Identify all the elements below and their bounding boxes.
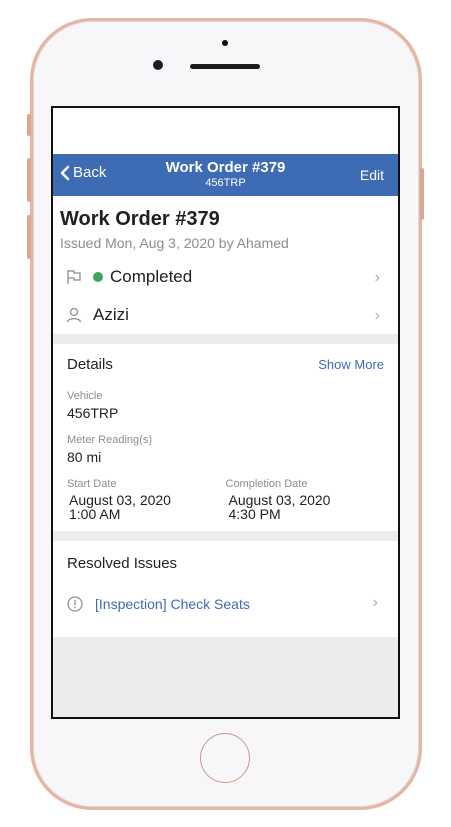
start-time-value: 1:00 AM xyxy=(69,506,121,522)
section-divider xyxy=(53,531,398,541)
mute-switch xyxy=(27,114,31,136)
completion-time-value: 4:30 PM xyxy=(228,506,281,522)
assignee-name: Azizi xyxy=(93,305,129,324)
chevron-right-icon: › xyxy=(374,269,380,286)
flag-icon xyxy=(65,268,83,286)
details-title: Details xyxy=(67,356,113,373)
issue-row[interactable]: [Inspection] Check Seats › xyxy=(67,594,384,612)
proximity-sensor xyxy=(222,40,228,46)
home-button[interactable] xyxy=(200,733,250,783)
app-screen: Back Work Order #379 456TRP Edit Work Or… xyxy=(51,106,400,719)
section-divider xyxy=(53,334,398,344)
power-button xyxy=(420,168,424,220)
nav-subtitle: 456TRP xyxy=(205,177,246,189)
meter-value: 80 mi xyxy=(67,449,102,465)
earpiece-speaker xyxy=(190,64,260,69)
completion-date-field: Completion Date August 03, 2020 4:30 PM xyxy=(226,465,385,521)
details-section: Details Show More Vehicle 456TRP Meter R… xyxy=(53,344,398,531)
completion-date-value: August 03, 2020 xyxy=(228,492,331,508)
resolved-issues-title: Resolved Issues xyxy=(67,555,178,572)
show-more-link[interactable]: Show More xyxy=(318,357,384,372)
vehicle-value: 456TRP xyxy=(67,405,119,421)
status-badge: Completed xyxy=(93,267,192,287)
work-order-header: Work Order #379 Issued Mon, Aug 3, 2020 … xyxy=(53,196,398,251)
resolved-issues-section: Resolved Issues [Inspection] Check Seats… xyxy=(53,541,398,637)
chevron-right-icon: › xyxy=(374,307,380,324)
status-dot-icon xyxy=(93,272,103,282)
status-label: Completed xyxy=(110,267,193,286)
issue-label: [Inspection] Check Seats xyxy=(95,596,250,612)
meter-label: Meter Reading(s) xyxy=(67,434,152,446)
start-date-label: Start Date xyxy=(67,478,117,490)
dates-row: Start Date August 03, 2020 1:00 AM Compl… xyxy=(67,465,384,521)
issued-text: Issued Mon, Aug 3, 2020 by Ahamed xyxy=(60,235,289,251)
status-row[interactable]: Completed › xyxy=(53,258,398,296)
volume-up-button xyxy=(27,158,31,202)
status-bar-area xyxy=(53,108,398,154)
front-camera xyxy=(153,60,163,70)
start-date-field: Start Date August 03, 2020 1:00 AM xyxy=(67,465,226,521)
page-title: Work Order #379 xyxy=(60,208,220,230)
assignee-row[interactable]: Azizi › xyxy=(53,296,398,334)
edit-button[interactable]: Edit xyxy=(360,167,384,183)
navigation-bar: Back Work Order #379 456TRP Edit xyxy=(53,154,398,196)
nav-title: Work Order #379 xyxy=(165,159,286,176)
chevron-right-icon: › xyxy=(372,594,378,611)
completion-date-label: Completion Date xyxy=(225,478,308,490)
user-icon xyxy=(65,306,83,324)
vehicle-label: Vehicle xyxy=(67,390,103,402)
nav-title-block: Work Order #379 456TRP xyxy=(53,159,398,189)
start-date-value: August 03, 2020 xyxy=(69,492,171,508)
volume-down-button xyxy=(27,215,31,259)
work-order-summary: Work Order #379 Issued Mon, Aug 3, 2020 … xyxy=(53,196,398,334)
exclamation-circle-icon xyxy=(67,596,83,612)
